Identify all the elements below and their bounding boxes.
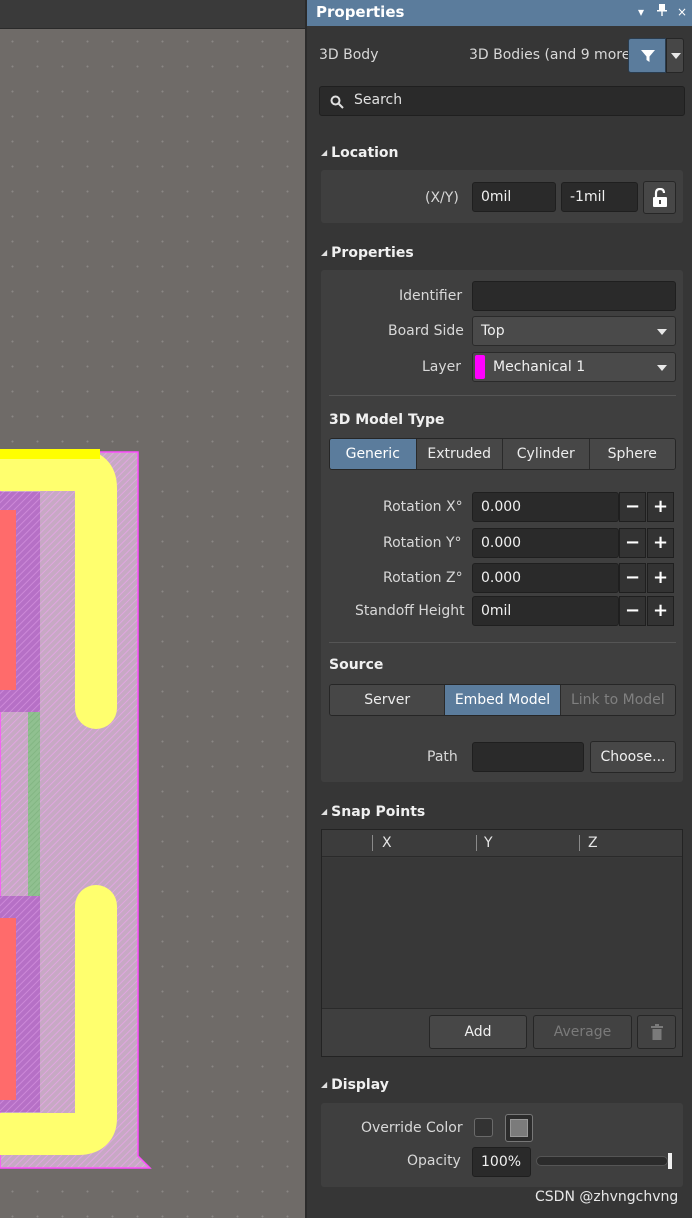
standoff-height-decrement[interactable]: − — [619, 596, 646, 626]
chevron-down-icon — [657, 365, 667, 371]
opacity-slider[interactable] — [536, 1153, 676, 1169]
path-label: Path — [427, 749, 458, 765]
filter-icon — [641, 50, 655, 62]
opacity-input[interactable]: 100% — [472, 1147, 531, 1177]
source-embed-model[interactable]: Embed Model — [445, 685, 561, 715]
board-side-value: Top — [481, 323, 505, 339]
layer-color-swatch — [475, 355, 485, 379]
lock-button[interactable] — [643, 181, 676, 214]
object-type-label: 3D Body — [319, 47, 379, 63]
board-side-label: Board Side — [388, 323, 464, 339]
rotation-x-input[interactable]: 0.000 — [472, 492, 619, 522]
source-selector: Server Embed Model Link to Model — [329, 684, 676, 716]
standoff-height-increment[interactable]: + — [647, 596, 674, 626]
path-input[interactable] — [472, 742, 584, 772]
override-color-checkbox[interactable] — [474, 1118, 493, 1137]
panel-menu-button[interactable]: ▾ — [634, 4, 648, 20]
delete-snap-point-button[interactable] — [637, 1015, 676, 1049]
column-z[interactable]: Z — [588, 835, 598, 851]
rotation-z-label: Rotation Z° — [383, 570, 463, 586]
column-y[interactable]: Y — [484, 835, 493, 851]
pin-icon[interactable] — [655, 4, 669, 20]
opacity-label: Opacity — [407, 1153, 461, 1169]
model-type-heading: 3D Model Type — [329, 412, 445, 428]
average-button[interactable]: Average — [533, 1015, 632, 1049]
choose-button[interactable]: Choose... — [590, 741, 676, 773]
rotation-x-increment[interactable]: + — [647, 492, 674, 522]
slider-thumb[interactable] — [668, 1153, 672, 1169]
pcb-canvas[interactable] — [0, 0, 305, 1218]
override-color-label: Override Color — [361, 1120, 463, 1136]
search-icon — [330, 95, 344, 109]
panel-title-bar: Properties ▾ × — [307, 0, 692, 26]
model-type-generic[interactable]: Generic — [330, 439, 417, 469]
model-type-sphere[interactable]: Sphere — [589, 439, 675, 469]
slider-track — [536, 1156, 668, 1166]
layer-value: Mechanical 1 — [493, 359, 586, 375]
table-header: X Y Z — [322, 830, 682, 857]
close-icon[interactable]: × — [675, 4, 689, 20]
layer-label: Layer — [422, 359, 462, 375]
standoff-height-input[interactable]: 0mil — [472, 596, 619, 626]
model-type-extruded[interactable]: Extruded — [416, 439, 503, 469]
identifier-input[interactable] — [472, 281, 676, 311]
unlock-icon — [653, 188, 667, 207]
rotation-z-decrement[interactable]: − — [619, 563, 646, 593]
rotation-z-input[interactable]: 0.000 — [472, 563, 619, 593]
add-snap-point-button[interactable]: Add — [429, 1015, 527, 1049]
column-x[interactable]: X — [382, 835, 392, 851]
board-side-dropdown[interactable]: Top — [472, 316, 676, 346]
x-location-input[interactable]: 0mil — [472, 182, 556, 212]
table-body — [322, 858, 682, 1008]
layer-dropdown[interactable]: Mechanical 1 — [472, 352, 676, 382]
override-color-swatch[interactable] — [505, 1114, 533, 1142]
search-input[interactable]: Search — [319, 86, 685, 116]
identifier-label: Identifier — [399, 288, 463, 304]
rotation-z-increment[interactable]: + — [647, 563, 674, 593]
source-heading: Source — [329, 657, 384, 673]
chevron-down-icon — [657, 329, 667, 335]
divider — [329, 642, 676, 643]
properties-panel: Properties ▾ × 3D Body 3D Bodies (and 9 … — [305, 0, 692, 1218]
panel-title: Properties — [316, 3, 405, 21]
xy-label: (X/Y) — [425, 190, 459, 206]
filter-dropdown-button[interactable] — [666, 38, 684, 73]
rotation-x-label: Rotation X° — [383, 499, 463, 515]
properties-section-header[interactable]: ◢ Properties — [321, 245, 414, 261]
snap-points-heading: Snap Points — [331, 804, 426, 820]
watermark: CSDN @zhvngchvng — [535, 1189, 679, 1205]
search-placeholder: Search — [354, 92, 403, 108]
location-section-header[interactable]: ◢ Location — [321, 145, 399, 161]
source-link-to-model[interactable]: Link to Model — [560, 685, 675, 715]
model-type-selector: Generic Extruded Cylinder Sphere — [329, 438, 676, 470]
divider — [329, 395, 676, 396]
properties-heading: Properties — [331, 245, 414, 261]
filter-button[interactable] — [628, 38, 666, 73]
rotation-y-increment[interactable]: + — [647, 528, 674, 558]
copper-top — [0, 510, 16, 690]
green-strip — [28, 712, 40, 896]
trash-icon — [651, 1024, 663, 1040]
location-heading: Location — [331, 145, 399, 161]
standoff-height-label: Standoff Height — [355, 603, 465, 619]
display-section-header[interactable]: ◢ Display — [321, 1077, 389, 1093]
silkscreen-top-cap — [0, 449, 100, 459]
rotation-x-decrement[interactable]: − — [619, 492, 646, 522]
model-type-cylinder[interactable]: Cylinder — [503, 439, 590, 469]
rotation-y-decrement[interactable]: − — [619, 528, 646, 558]
display-heading: Display — [331, 1077, 389, 1093]
filter-summary: 3D Bodies (and 9 more) — [469, 47, 636, 63]
rotation-y-input[interactable]: 0.000 — [472, 528, 619, 558]
copper-bottom — [0, 918, 16, 1100]
snap-points-section-header[interactable]: ◢ Snap Points — [321, 804, 425, 820]
pcb-drawing — [0, 449, 152, 1169]
y-location-input[interactable]: -1mil — [561, 182, 638, 212]
source-server[interactable]: Server — [330, 685, 446, 715]
rotation-y-label: Rotation Y° — [383, 535, 462, 551]
